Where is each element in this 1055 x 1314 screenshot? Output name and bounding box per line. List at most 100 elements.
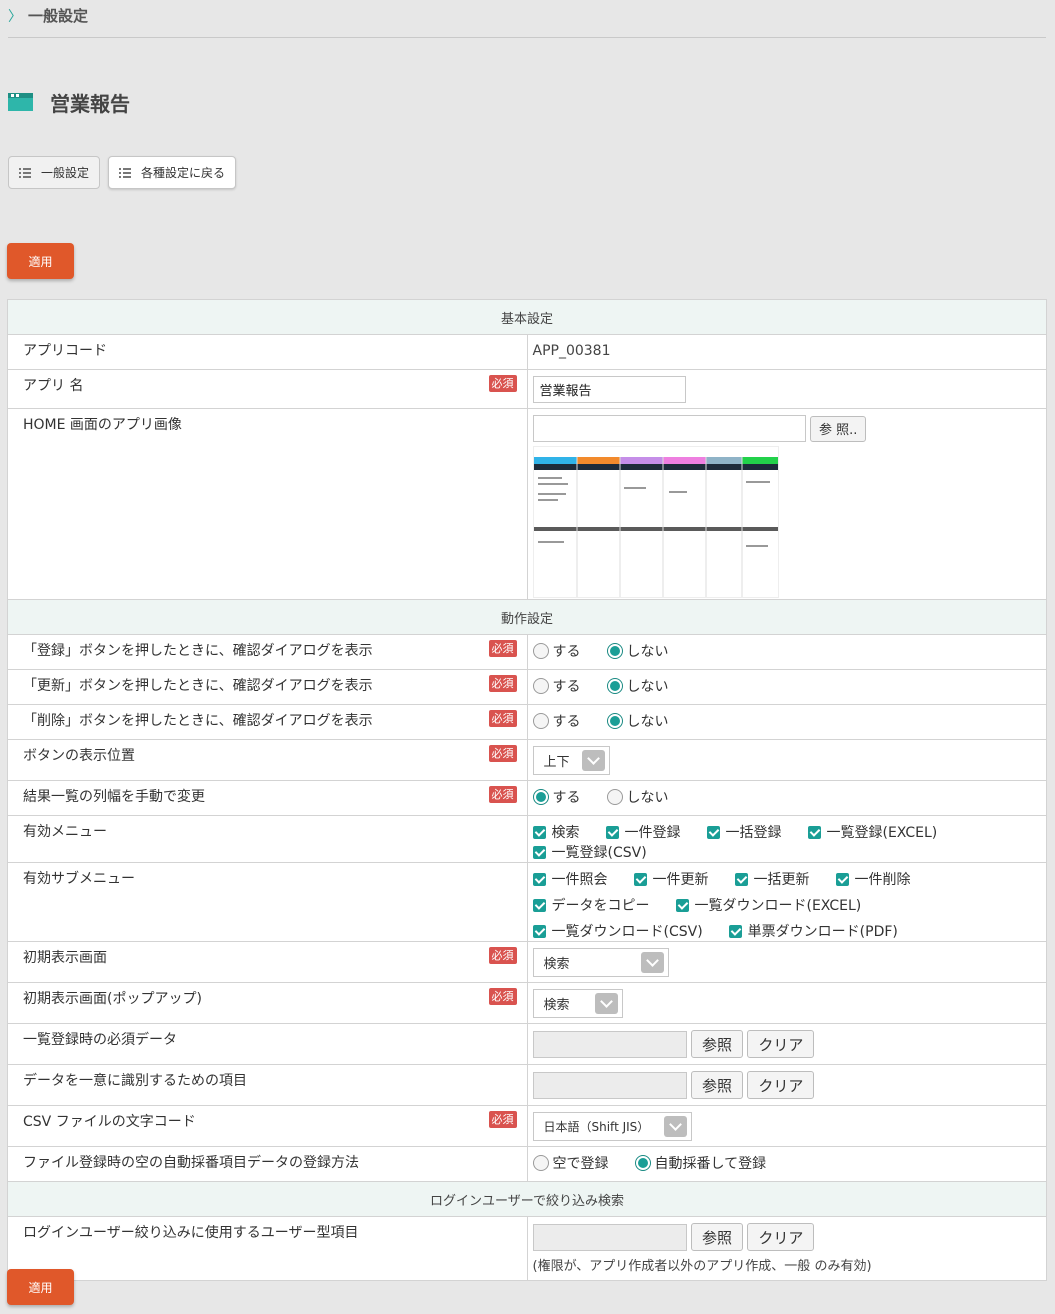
login-user-ref-button[interactable]: 参照: [690, 1223, 743, 1251]
auto-number-radio-auto[interactable]: 自動採番して登録: [634, 1153, 766, 1173]
chevron-right-icon: 〉: [8, 8, 22, 25]
checkbox-checked-icon: [734, 872, 748, 886]
app-name-label: アプリ 名: [23, 378, 84, 394]
row-confirm-register: 「登録」ボタンを押したときに、確認ダイアログを表示 必須 する しない: [7, 634, 1047, 670]
submenu-checkbox-bulk-update[interactable]: 一括更新: [734, 869, 810, 889]
confirm-register-radio-yes[interactable]: する: [532, 641, 581, 661]
column-width-radio-no[interactable]: しない: [606, 787, 669, 807]
menu-checkbox-bulk-register[interactable]: 一括登録: [706, 822, 782, 842]
checkbox-checked-icon: [728, 924, 742, 938]
general-settings-button[interactable]: 一般設定: [8, 156, 101, 189]
confirm-delete-radio-no[interactable]: しない: [606, 711, 669, 731]
csv-encoding-select[interactable]: 日本語（Shift JIS）: [532, 1112, 692, 1141]
row-confirm-delete: 「削除」ボタンを押したときに、確認ダイアログを表示 必須 する しない: [7, 704, 1047, 740]
chevron-down-icon: [663, 1116, 687, 1137]
confirm-delete-label: 「削除」ボタンを押したときに、確認ダイアログを表示: [23, 713, 373, 729]
row-confirm-update: 「更新」ボタンを押したときに、確認ダイアログを表示 必須 する しない: [7, 669, 1047, 705]
home-image-browse-button[interactable]: 参 照..: [809, 415, 867, 442]
required-badge: 必須: [488, 710, 517, 727]
page-title-text: 営業報告: [50, 91, 130, 116]
row-initial-popup: 初期表示画面(ポップアップ) 必須 検索: [7, 982, 1047, 1024]
required-data-label: 一覧登録時の必須データ: [7, 1023, 528, 1065]
login-user-field-input[interactable]: [532, 1223, 687, 1251]
button-position-select[interactable]: 上下: [532, 746, 610, 775]
unique-key-input[interactable]: [532, 1071, 687, 1099]
row-app-name: アプリ 名 必須 営業報告: [7, 369, 1047, 409]
row-home-image: HOME 画面のアプリ画像 参 照..: [7, 408, 1047, 600]
app-image-thumbnail: [532, 446, 779, 598]
app-code-value: APP_00381: [532, 343, 611, 359]
back-to-settings-button[interactable]: 各種設定に戻る: [108, 156, 237, 189]
required-data-ref-button[interactable]: 参照: [690, 1030, 743, 1058]
row-csv-encoding: CSV ファイルの文字コード 必須 日本語（Shift JIS）: [7, 1105, 1047, 1147]
submenus-label: 有効サブメニュー: [7, 862, 528, 942]
confirm-update-radio-yes[interactable]: する: [532, 676, 581, 696]
checkbox-checked-icon: [633, 872, 647, 886]
submenu-checkbox-download-csv[interactable]: 一覧ダウンロード(CSV): [532, 921, 703, 941]
section-basic: 基本設定: [7, 299, 1047, 335]
initial-popup-label: 初期表示画面(ポップアップ): [23, 991, 202, 1007]
required-badge: 必須: [488, 1111, 517, 1128]
required-badge: 必須: [488, 988, 517, 1005]
required-data-clear-button[interactable]: クリア: [747, 1030, 815, 1058]
row-initial-screen: 初期表示画面 必須 検索: [7, 941, 1047, 983]
chevron-down-icon: [594, 993, 618, 1014]
settings-table: 基本設定 アプリコード APP_00381 アプリ 名必須 営業報告 HOME …: [7, 299, 1047, 1281]
unique-key-clear-button[interactable]: クリア: [747, 1071, 815, 1099]
checkbox-checked-icon: [532, 825, 546, 839]
row-menus: 有効メニュー 検索 一件登録 一括登録 一覧登録(EXCEL) 一覧登録(CSV…: [7, 815, 1047, 863]
required-data-input[interactable]: [532, 1030, 687, 1058]
app-code-label: アプリコード: [7, 334, 528, 370]
menu-checkbox-single-register[interactable]: 一件登録: [605, 822, 681, 842]
apply-button-bottom[interactable]: 適用: [7, 1269, 74, 1305]
submenu-checkbox-view[interactable]: 一件照会: [532, 869, 608, 889]
confirm-update-radio-no[interactable]: しない: [606, 676, 669, 696]
menu-checkbox-search[interactable]: 検索: [532, 822, 580, 842]
submenu-checkbox-download-pdf[interactable]: 単票ダウンロード(PDF): [728, 921, 898, 941]
checkbox-checked-icon: [605, 825, 619, 839]
menus-label: 有効メニュー: [7, 815, 528, 863]
button-position-label: ボタンの表示位置: [23, 748, 135, 764]
required-badge: 必須: [488, 375, 517, 392]
login-user-clear-button[interactable]: クリア: [747, 1223, 815, 1251]
required-badge: 必須: [488, 786, 517, 803]
required-badge: 必須: [488, 640, 517, 657]
checkbox-checked-icon: [532, 924, 546, 938]
app-name-input[interactable]: 営業報告: [532, 376, 686, 403]
submenu-checkbox-copy[interactable]: データをコピー: [532, 895, 650, 915]
auto-number-label: ファイル登録時の空の自動採番項目データの登録方法: [7, 1146, 528, 1182]
submenu-checkbox-download-excel[interactable]: 一覧ダウンロード(EXCEL): [675, 895, 861, 915]
csv-encoding-label: CSV ファイルの文字コード: [23, 1114, 196, 1130]
initial-popup-select[interactable]: 検索: [532, 989, 623, 1018]
menu-checkbox-list-excel[interactable]: 一覧登録(EXCEL): [807, 822, 937, 842]
breadcrumb: 〉 一般設定: [8, 4, 1046, 38]
confirm-delete-radio-yes[interactable]: する: [532, 711, 581, 731]
submenu-checkbox-update[interactable]: 一件更新: [633, 869, 709, 889]
apply-button-top[interactable]: 適用: [7, 243, 74, 279]
menu-checkbox-list-csv[interactable]: 一覧登録(CSV): [532, 842, 647, 862]
required-badge: 必須: [488, 675, 517, 692]
column-width-label: 結果一覧の列幅を手動で変更: [23, 789, 205, 805]
unique-key-label: データを一意に識別するための項目: [7, 1064, 528, 1106]
submenu-checkbox-delete[interactable]: 一件削除: [835, 869, 911, 889]
row-unique-key: データを一意に識別するための項目 参照 クリア: [7, 1064, 1047, 1106]
row-column-width: 結果一覧の列幅を手動で変更 必須 する しない: [7, 780, 1047, 816]
checkbox-checked-icon: [706, 825, 720, 839]
row-button-position: ボタンの表示位置 必須 上下: [7, 739, 1047, 781]
confirm-register-radio-no[interactable]: しない: [606, 641, 669, 661]
column-width-radio-yes[interactable]: する: [532, 787, 581, 807]
row-auto-number: ファイル登録時の空の自動採番項目データの登録方法 空で登録 自動採番して登録: [7, 1146, 1047, 1182]
checkbox-checked-icon: [532, 872, 546, 886]
required-badge: 必須: [488, 947, 517, 964]
unique-key-ref-button[interactable]: 参照: [690, 1071, 743, 1099]
row-app-code: アプリコード APP_00381: [7, 334, 1047, 370]
chevron-down-icon: [581, 750, 605, 771]
chevron-down-icon: [640, 952, 664, 973]
auto-number-radio-empty[interactable]: 空で登録: [532, 1153, 609, 1173]
home-image-file-input[interactable]: [532, 415, 806, 442]
initial-screen-label: 初期表示画面: [23, 950, 107, 966]
section-behavior: 動作設定: [7, 599, 1047, 635]
confirm-register-label: 「登録」ボタンを押したときに、確認ダイアログを表示: [23, 643, 373, 659]
initial-screen-select[interactable]: 検索: [532, 948, 669, 977]
row-required-data: 一覧登録時の必須データ 参照 クリア: [7, 1023, 1047, 1065]
